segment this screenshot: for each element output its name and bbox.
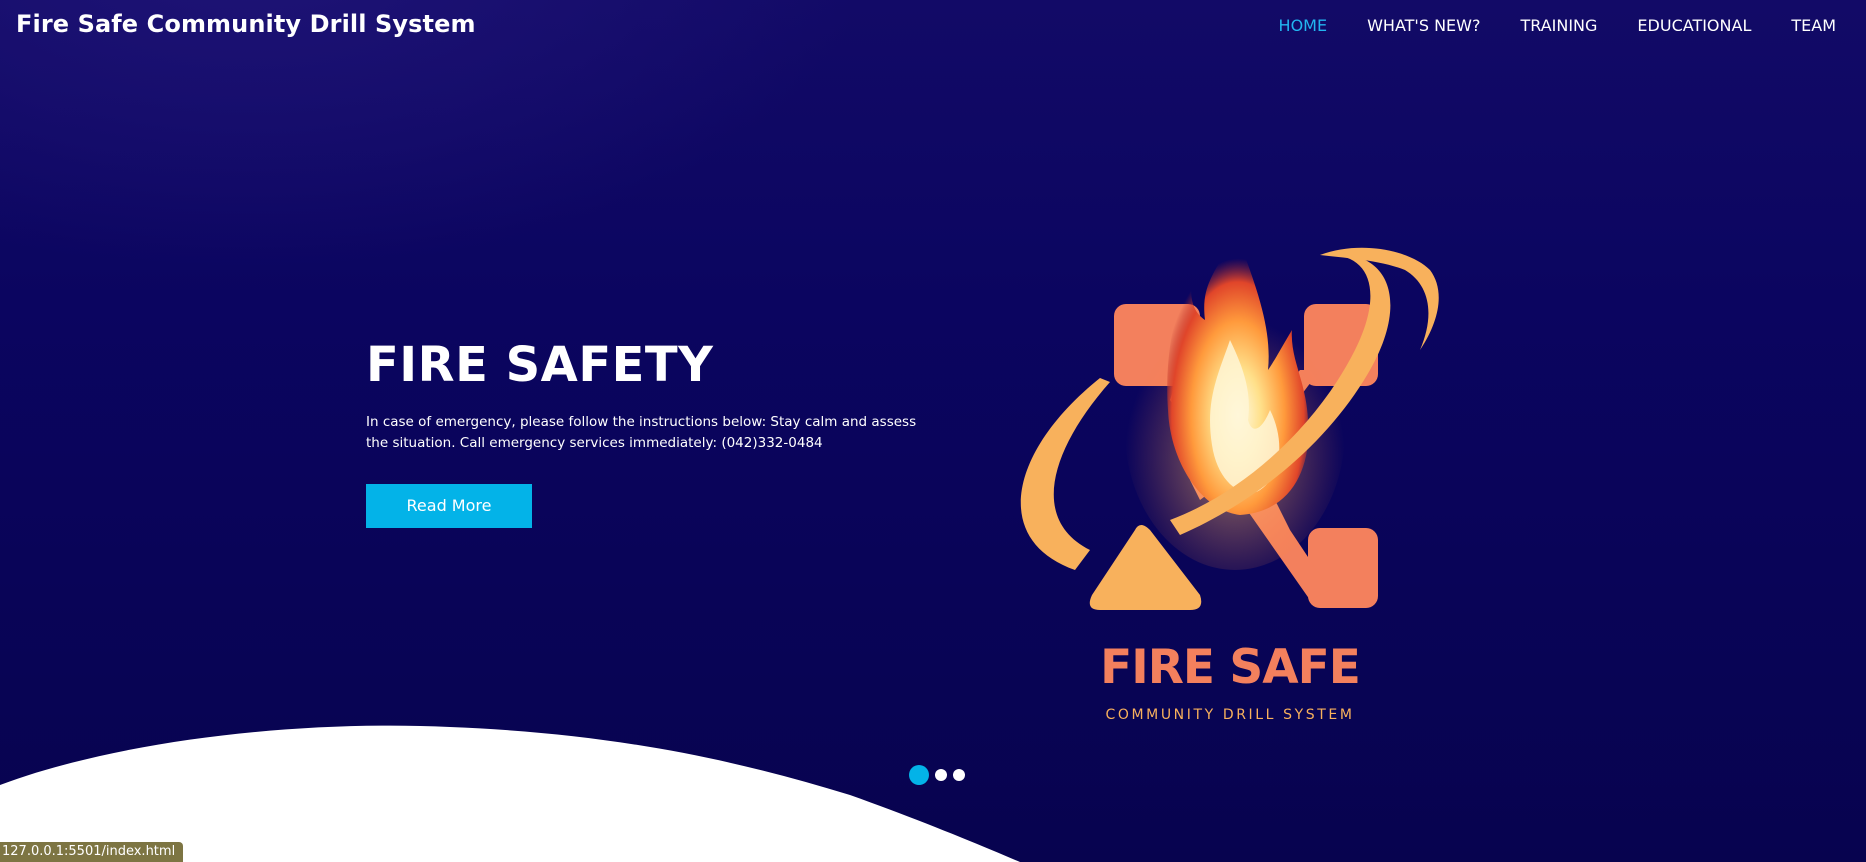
flame-x-logo-icon [1020, 230, 1439, 610]
hero-section: FIRE SAFETY In case of emergency, please… [366, 336, 946, 528]
nav-home[interactable]: HOME [1279, 16, 1328, 35]
hero-description: In case of emergency, please follow the … [366, 414, 917, 451]
read-more-button[interactable]: Read More [366, 484, 532, 528]
brand-title[interactable]: Fire Safe Community Drill System [16, 10, 476, 38]
status-bar-url: 127.0.0.1:5501/index.html [0, 842, 184, 862]
nav-educational[interactable]: EDUCATIONAL [1637, 16, 1751, 35]
nav-training[interactable]: TRAINING [1520, 16, 1597, 35]
logo-title: FIRE SAFE [1100, 640, 1361, 695]
nav-whats-new[interactable]: WHAT'S NEW? [1367, 16, 1480, 35]
nav-team[interactable]: TEAM [1791, 16, 1836, 35]
main-nav: HOME WHAT'S NEW? TRAINING EDUCATIONAL TE… [1279, 16, 1836, 35]
page: Fire Safe Community Drill System HOME WH… [0, 0, 1866, 862]
wave-divider [0, 725, 1020, 862]
hero-title: FIRE SAFETY [366, 337, 714, 393]
fire-safe-logo: FIRE SAFE COMMUNITY DRILL SYSTEM [990, 200, 1470, 740]
